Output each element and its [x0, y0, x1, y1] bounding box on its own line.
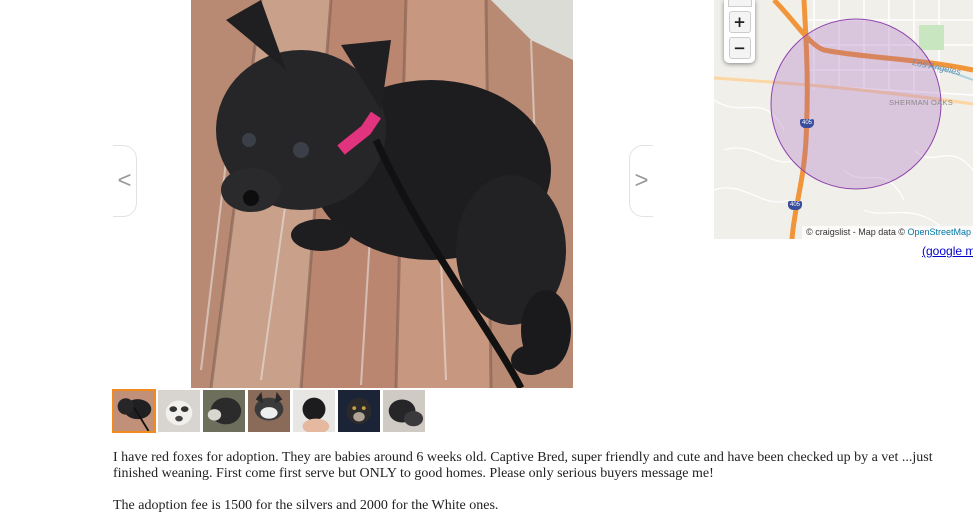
thumbnail-6[interactable]	[337, 389, 381, 433]
description-paragraph: I have red foxes for adoption. They are …	[113, 450, 933, 481]
fox-kit-blanket-thumb	[383, 390, 425, 432]
interstate-shield-icon: 405	[800, 119, 814, 128]
black-fox-kit-photo	[191, 0, 573, 388]
fullscreen-icon[interactable]	[727, 0, 752, 7]
zoom-out-button[interactable]: −	[728, 37, 751, 59]
map-label-sherman-oaks: SHERMAN OAKS	[889, 98, 954, 107]
openstreetmap-link[interactable]: OpenStreetMap	[907, 227, 971, 237]
dark-fox-kit-thumb	[203, 390, 245, 432]
thumbnail-7[interactable]	[382, 389, 426, 433]
thumbnail-4[interactable]	[247, 389, 291, 433]
thumbnail-5[interactable]	[292, 389, 336, 433]
silver-fox-kit-thumb	[248, 390, 290, 432]
zoom-in-button[interactable]: +	[728, 11, 751, 33]
thumbnail-3[interactable]	[202, 389, 246, 433]
chevron-right-icon: >	[634, 167, 649, 194]
map-attribution: © craigslist - Map data © OpenStreetMap	[802, 226, 973, 239]
chevron-left-icon: <	[117, 167, 132, 194]
google-map-link[interactable]: (google map)	[922, 244, 973, 258]
thumbnail-1[interactable]	[112, 389, 156, 433]
interstate-shield-icon: 405	[788, 201, 802, 210]
white-fox-kit-thumb	[158, 390, 200, 432]
description-paragraph: The adoption fee is 1500 for the silvers…	[113, 498, 499, 513]
fox-kit-closeup-thumb	[338, 390, 380, 432]
previous-image-button[interactable]: <	[113, 145, 137, 217]
thumbnail-strip	[112, 389, 426, 435]
fox-kit-on-deck-thumb	[114, 391, 154, 431]
posting-body: I have red foxes for adoption. They are …	[113, 450, 965, 530]
main-listing-photo[interactable]	[191, 0, 573, 388]
zoom-control: + −	[724, 0, 755, 63]
thumbnail-2[interactable]	[157, 389, 201, 433]
fox-kit-held-thumb	[293, 390, 335, 432]
next-image-button[interactable]: >	[629, 145, 653, 217]
